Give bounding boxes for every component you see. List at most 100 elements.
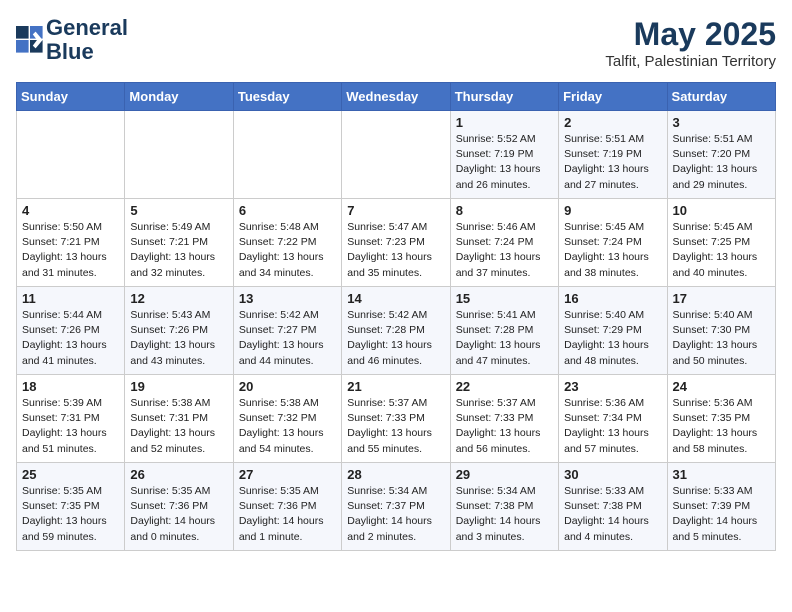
day-info: Sunrise: 5:37 AM Sunset: 7:33 PM Dayligh… [347, 396, 444, 457]
day-cell [125, 111, 233, 199]
day-info: Sunrise: 5:36 AM Sunset: 7:35 PM Dayligh… [673, 396, 770, 457]
day-cell: 17 Sunrise: 5:40 AM Sunset: 7:30 PM Dayli… [667, 287, 775, 375]
day-cell [17, 111, 125, 199]
day-cell: 3Sunrise: 5:51 AM Sunset: 7:20 PM Daylig… [667, 111, 775, 199]
day-cell: 1 Sunrise: 5:52 AM Sunset: 7:19 PM Daylig… [450, 111, 558, 199]
day-number: 21 [347, 379, 444, 394]
day-info: Sunrise: 5:35 AM Sunset: 7:35 PM Dayligh… [22, 484, 119, 545]
day-cell: 19 Sunrise: 5:38 AM Sunset: 7:31 PM Dayli… [125, 375, 233, 463]
day-info: Sunrise: 5:35 AM Sunset: 7:36 PM Dayligh… [130, 484, 227, 545]
day-info: Sunrise: 5:49 AM Sunset: 7:21 PM Dayligh… [130, 220, 227, 281]
header-cell-monday: Monday [125, 83, 233, 111]
day-number: 23 [564, 379, 661, 394]
day-info: Sunrise: 5:37 AM Sunset: 7:33 PM Dayligh… [456, 396, 553, 457]
page-header: General Blue May 2025 Talfit, Palestinia… [16, 16, 776, 70]
header-cell-tuesday: Tuesday [233, 83, 341, 111]
day-cell [233, 111, 341, 199]
day-cell: 21 Sunrise: 5:37 AM Sunset: 7:33 PM Dayli… [342, 375, 450, 463]
day-cell: 31 Sunrise: 5:33 AM Sunset: 7:39 PM Dayli… [667, 463, 775, 551]
day-cell: 16Sunrise: 5:40 AM Sunset: 7:29 PM Dayli… [559, 287, 667, 375]
day-number: 8 [456, 203, 553, 218]
day-cell: 26Sunrise: 5:35 AM Sunset: 7:36 PM Dayli… [125, 463, 233, 551]
day-number: 17 [673, 291, 770, 306]
day-cell: 15Sunrise: 5:41 AM Sunset: 7:28 PM Dayli… [450, 287, 558, 375]
day-cell: 20 Sunrise: 5:38 AM Sunset: 7:32 PM Dayli… [233, 375, 341, 463]
day-cell: 29Sunrise: 5:34 AM Sunset: 7:38 PM Dayli… [450, 463, 558, 551]
day-info: Sunrise: 5:44 AM Sunset: 7:26 PM Dayligh… [22, 308, 119, 369]
day-cell: 6 Sunrise: 5:48 AM Sunset: 7:22 PM Daylig… [233, 199, 341, 287]
day-cell: 11 Sunrise: 5:44 AM Sunset: 7:26 PM Dayli… [17, 287, 125, 375]
day-cell: 10Sunrise: 5:45 AM Sunset: 7:25 PM Dayli… [667, 199, 775, 287]
day-number: 6 [239, 203, 336, 218]
day-number: 20 [239, 379, 336, 394]
day-number: 13 [239, 291, 336, 306]
day-number: 1 [456, 115, 553, 130]
day-info: Sunrise: 5:38 AM Sunset: 7:31 PM Dayligh… [130, 396, 227, 457]
day-info: Sunrise: 5:45 AM Sunset: 7:25 PM Dayligh… [673, 220, 770, 281]
calendar-body: 1 Sunrise: 5:52 AM Sunset: 7:19 PM Daylig… [17, 111, 776, 551]
day-cell: 4 Sunrise: 5:50 AM Sunset: 7:21 PM Daylig… [17, 199, 125, 287]
day-cell: 30 Sunrise: 5:33 AM Sunset: 7:38 PM Dayli… [559, 463, 667, 551]
day-info: Sunrise: 5:50 AM Sunset: 7:21 PM Dayligh… [22, 220, 119, 281]
week-row-2: 4 Sunrise: 5:50 AM Sunset: 7:21 PM Daylig… [17, 199, 776, 287]
day-info: Sunrise: 5:42 AM Sunset: 7:28 PM Dayligh… [347, 308, 444, 369]
header-row: SundayMondayTuesdayWednesdayThursdayFrid… [17, 83, 776, 111]
day-number: 14 [347, 291, 444, 306]
day-number: 30 [564, 467, 661, 482]
week-row-4: 18 Sunrise: 5:39 AM Sunset: 7:31 PM Dayli… [17, 375, 776, 463]
logo-text: General Blue [46, 16, 128, 64]
day-info: Sunrise: 5:45 AM Sunset: 7:24 PM Dayligh… [564, 220, 661, 281]
day-info: Sunrise: 5:51 AM Sunset: 7:19 PM Dayligh… [564, 132, 661, 193]
day-info: Sunrise: 5:40 AM Sunset: 7:30 PM Dayligh… [673, 308, 770, 369]
location: Talfit, Palestinian Territory [605, 53, 776, 70]
day-info: Sunrise: 5:46 AM Sunset: 7:24 PM Dayligh… [456, 220, 553, 281]
header-cell-wednesday: Wednesday [342, 83, 450, 111]
header-cell-sunday: Sunday [17, 83, 125, 111]
day-info: Sunrise: 5:36 AM Sunset: 7:34 PM Dayligh… [564, 396, 661, 457]
calendar-header: SundayMondayTuesdayWednesdayThursdayFrid… [17, 83, 776, 111]
day-cell: 22Sunrise: 5:37 AM Sunset: 7:33 PM Dayli… [450, 375, 558, 463]
day-info: Sunrise: 5:47 AM Sunset: 7:23 PM Dayligh… [347, 220, 444, 281]
day-info: Sunrise: 5:42 AM Sunset: 7:27 PM Dayligh… [239, 308, 336, 369]
week-row-3: 11 Sunrise: 5:44 AM Sunset: 7:26 PM Dayli… [17, 287, 776, 375]
day-number: 19 [130, 379, 227, 394]
day-cell: 23 Sunrise: 5:36 AM Sunset: 7:34 PM Dayli… [559, 375, 667, 463]
week-row-1: 1 Sunrise: 5:52 AM Sunset: 7:19 PM Daylig… [17, 111, 776, 199]
day-info: Sunrise: 5:51 AM Sunset: 7:20 PM Dayligh… [673, 132, 770, 193]
day-info: Sunrise: 5:40 AM Sunset: 7:29 PM Dayligh… [564, 308, 661, 369]
title-block: May 2025 Talfit, Palestinian Territory [605, 16, 776, 70]
day-cell: 18 Sunrise: 5:39 AM Sunset: 7:31 PM Dayli… [17, 375, 125, 463]
day-number: 5 [130, 203, 227, 218]
day-info: Sunrise: 5:41 AM Sunset: 7:28 PM Dayligh… [456, 308, 553, 369]
header-cell-thursday: Thursday [450, 83, 558, 111]
day-cell: 14 Sunrise: 5:42 AM Sunset: 7:28 PM Dayli… [342, 287, 450, 375]
day-info: Sunrise: 5:33 AM Sunset: 7:38 PM Dayligh… [564, 484, 661, 545]
day-info: Sunrise: 5:33 AM Sunset: 7:39 PM Dayligh… [673, 484, 770, 545]
logo: General Blue [16, 16, 128, 64]
logo-icon [16, 26, 44, 54]
day-number: 12 [130, 291, 227, 306]
day-info: Sunrise: 5:34 AM Sunset: 7:38 PM Dayligh… [456, 484, 553, 545]
day-cell [342, 111, 450, 199]
day-number: 4 [22, 203, 119, 218]
day-number: 27 [239, 467, 336, 482]
day-number: 11 [22, 291, 119, 306]
day-info: Sunrise: 5:48 AM Sunset: 7:22 PM Dayligh… [239, 220, 336, 281]
day-info: Sunrise: 5:52 AM Sunset: 7:19 PM Dayligh… [456, 132, 553, 193]
day-cell: 13 Sunrise: 5:42 AM Sunset: 7:27 PM Dayli… [233, 287, 341, 375]
day-number: 24 [673, 379, 770, 394]
day-cell: 25Sunrise: 5:35 AM Sunset: 7:35 PM Dayli… [17, 463, 125, 551]
day-cell: 5 Sunrise: 5:49 AM Sunset: 7:21 PM Daylig… [125, 199, 233, 287]
day-cell: 9 Sunrise: 5:45 AM Sunset: 7:24 PM Daylig… [559, 199, 667, 287]
day-info: Sunrise: 5:39 AM Sunset: 7:31 PM Dayligh… [22, 396, 119, 457]
day-info: Sunrise: 5:38 AM Sunset: 7:32 PM Dayligh… [239, 396, 336, 457]
day-cell: 24 Sunrise: 5:36 AM Sunset: 7:35 PM Dayli… [667, 375, 775, 463]
day-number: 18 [22, 379, 119, 394]
day-info: Sunrise: 5:34 AM Sunset: 7:37 PM Dayligh… [347, 484, 444, 545]
day-info: Sunrise: 5:43 AM Sunset: 7:26 PM Dayligh… [130, 308, 227, 369]
day-number: 9 [564, 203, 661, 218]
day-number: 28 [347, 467, 444, 482]
day-cell: 8 Sunrise: 5:46 AM Sunset: 7:24 PM Daylig… [450, 199, 558, 287]
day-number: 31 [673, 467, 770, 482]
month-title: May 2025 [605, 16, 776, 53]
